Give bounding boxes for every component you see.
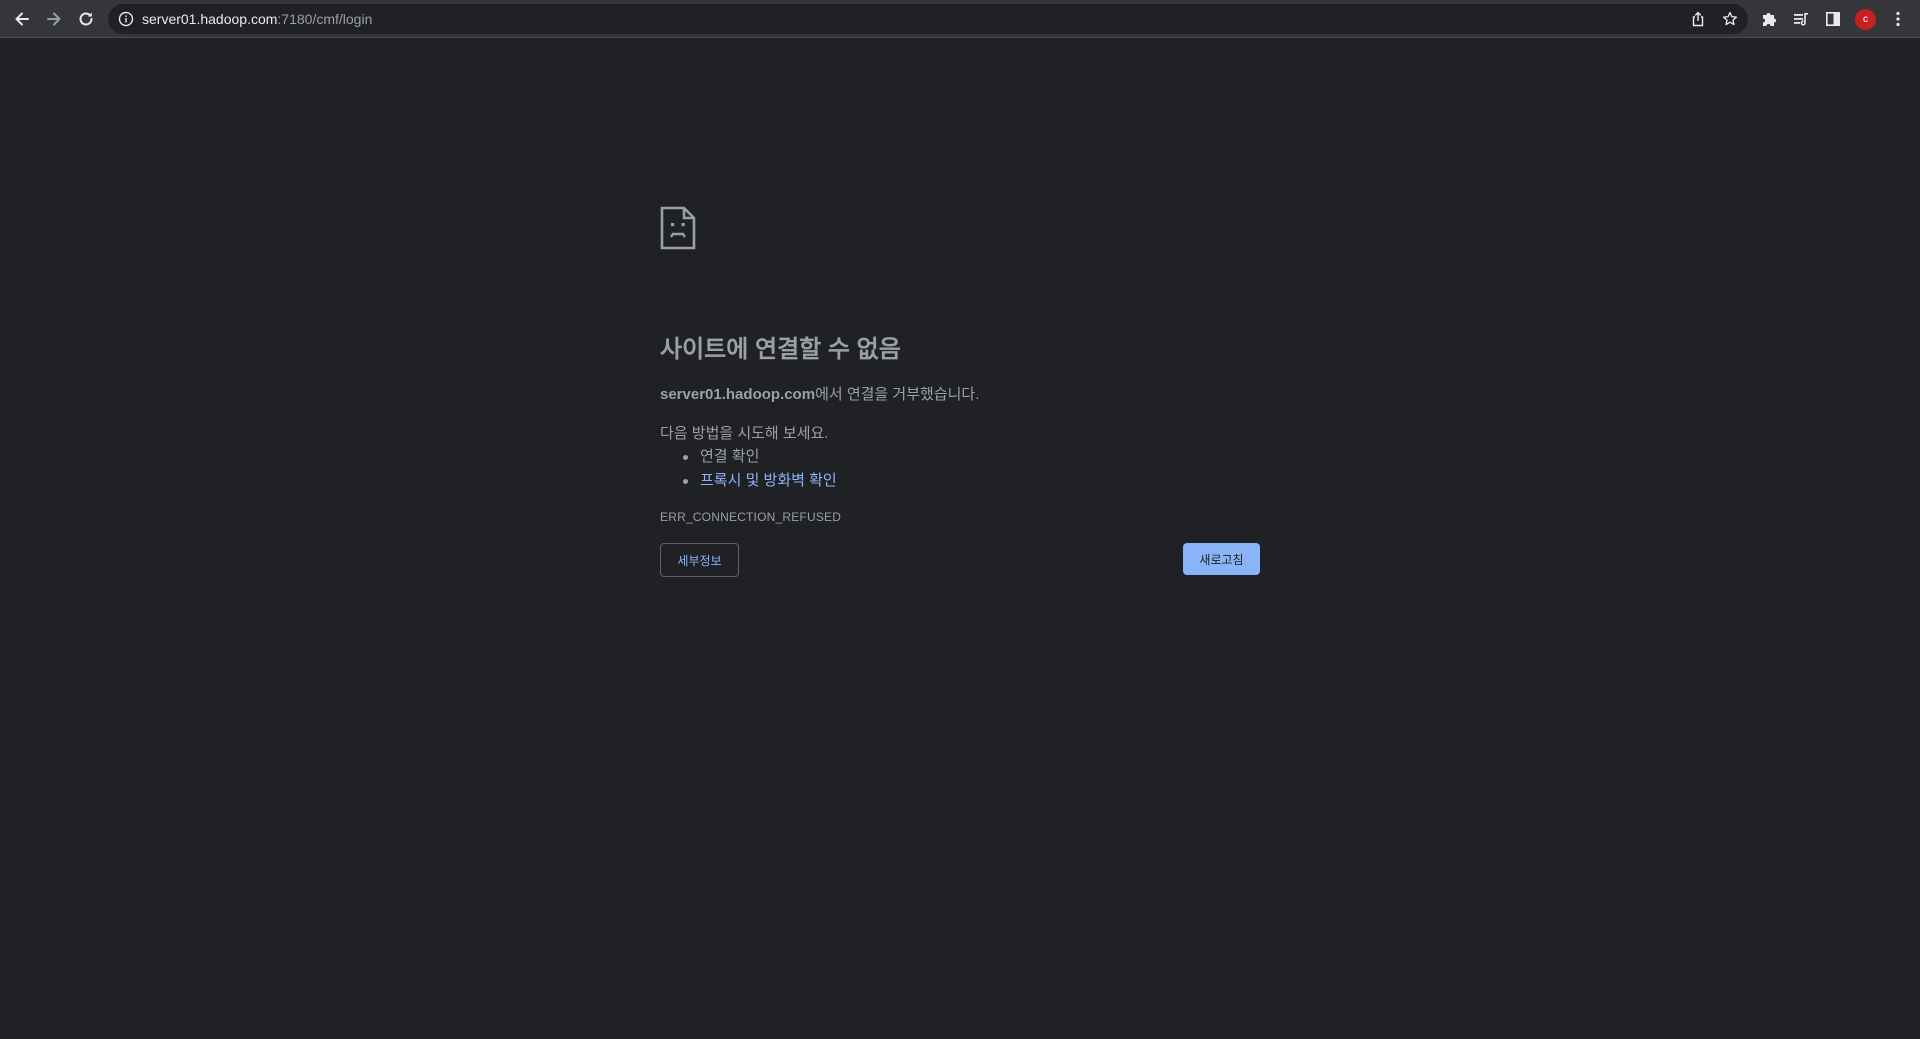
suggestions-heading: 다음 방법을 시도해 보세요. [660,425,829,442]
reading-list-icon [1794,13,1808,26]
suggestion-check-proxy-firewall: 프록시 및 방화벽 확인 [683,469,837,493]
arrow-left-icon [15,12,29,26]
profile-avatar[interactable]: c [1855,9,1876,30]
address-bar[interactable]: server01.hadoop.com:7180/cmf/login [108,4,1748,34]
extensions-button[interactable] [1755,5,1783,33]
error-description-suffix: 에서 연결을 거부했습니다. [815,386,980,403]
side-panel-icon [1825,11,1840,26]
error-description: server01.hadoop.com에서 연결을 거부했습니다. [660,383,979,404]
kebab-menu-icon [1896,11,1900,27]
share-icon [1692,11,1704,27]
bookmark-button[interactable] [1718,7,1742,31]
puzzle-icon [1763,13,1776,26]
suggestion-label: 연결 확인 [700,448,760,465]
suggestions-list: 연결 확인 프록시 및 방화벽 확인 [660,445,837,493]
url-path: :7180/cmf/login [277,11,373,27]
arrow-right-icon [47,12,61,26]
reload-page-button[interactable]: 새로고침 [1183,543,1260,575]
forward-button[interactable] [40,5,68,33]
reading-list-button[interactable] [1787,5,1815,33]
details-button[interactable]: 세부정보 [660,543,739,577]
star-icon [1722,11,1738,26]
browser-toolbar: server01.hadoop.com:7180/cmf/login c [0,0,1920,38]
url-text[interactable]: server01.hadoop.com:7180/cmf/login [142,11,372,27]
reload-button[interactable] [72,5,100,33]
side-panel-button[interactable] [1819,5,1847,33]
sad-page-icon [660,206,696,250]
share-button[interactable] [1686,7,1710,31]
info-icon[interactable] [118,11,134,27]
suggestion-check-connection: 연결 확인 [683,445,837,469]
error-title: 사이트에 연결할 수 없음 [660,336,901,363]
browser-menu-button[interactable] [1884,5,1912,33]
reload-icon [79,12,93,26]
url-host: server01.hadoop.com [142,11,278,27]
error-host: server01.hadoop.com [660,386,816,403]
proxy-firewall-link[interactable]: 프록시 및 방화벽 확인 [700,472,837,489]
error-code: ERR_CONNECTION_REFUSED [660,510,842,524]
back-button[interactable] [8,5,36,33]
avatar-initial: c [1863,14,1868,25]
